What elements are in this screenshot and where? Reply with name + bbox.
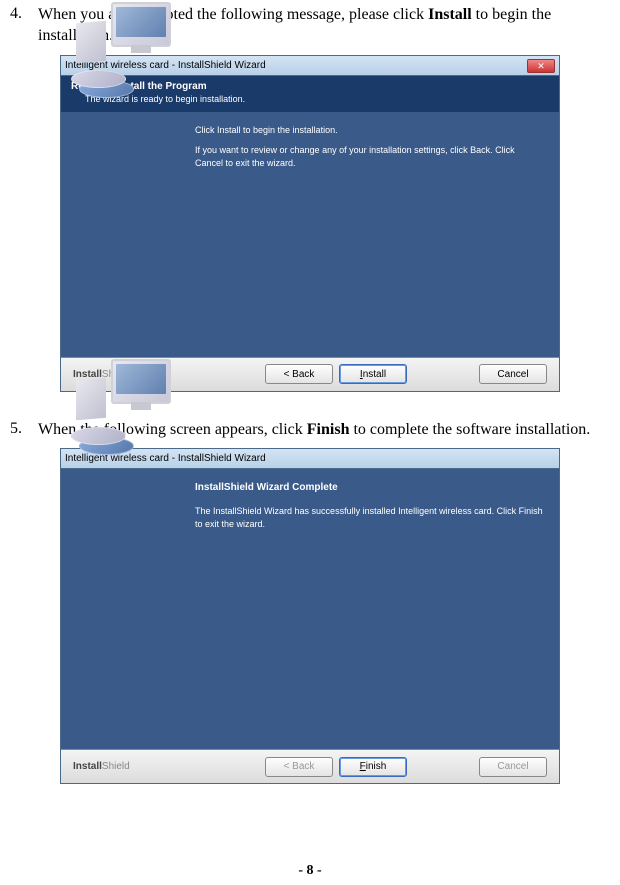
- step-number: 5.: [10, 420, 38, 441]
- page-number: - 8 -: [0, 863, 620, 879]
- computer-discs-illustration: [71, 359, 181, 459]
- wizard-body: InstallShield Wizard Complete The Instal…: [61, 469, 559, 749]
- discs-icon: [71, 419, 141, 459]
- finish-button[interactable]: Finish: [339, 757, 407, 777]
- discs-icon: [71, 62, 141, 102]
- computer-discs-illustration: [71, 2, 181, 102]
- wizard-content: Click Install to begin the installation.…: [191, 112, 559, 357]
- install-button[interactable]: Install: [339, 364, 407, 384]
- box-icon: [76, 378, 106, 421]
- logo-light: Shield: [102, 761, 130, 772]
- install-wizard-ready: Intelligent wireless card - InstallShiel…: [60, 55, 560, 392]
- close-button[interactable]: ✕: [527, 59, 555, 73]
- cancel-button: Cancel: [479, 757, 547, 777]
- monitor-icon: [111, 2, 171, 47]
- wizard-body-line1: Click Install to begin the installation.: [195, 124, 543, 137]
- back-button: < Back: [265, 757, 333, 777]
- close-icon: ✕: [537, 61, 545, 71]
- wizard-body: Click Install to begin the installation.…: [61, 112, 559, 357]
- logo-bold: Install: [73, 761, 102, 772]
- step-bold: Install: [428, 6, 472, 23]
- cancel-button[interactable]: Cancel: [479, 364, 547, 384]
- box-icon: [76, 20, 106, 63]
- wizard-footer: InstallShield < Back Finish Cancel: [61, 749, 559, 783]
- step-number: 4.: [10, 5, 38, 47]
- wizard-content: InstallShield Wizard Complete The Instal…: [191, 469, 559, 749]
- install-wizard-complete: Intelligent wireless card - InstallShiel…: [60, 448, 560, 784]
- step-bold: Finish: [307, 421, 350, 438]
- wizard-complete-title: InstallShield Wizard Complete: [195, 481, 543, 495]
- wizard-complete-body: The InstallShield Wizard has successfull…: [195, 505, 543, 530]
- step-text-after: to complete the software installation.: [349, 421, 590, 438]
- back-button[interactable]: < Back: [265, 364, 333, 384]
- wizard-body-line2: If you want to review or change any of y…: [195, 144, 543, 169]
- installshield-logo: InstallShield: [73, 761, 130, 772]
- monitor-icon: [111, 359, 171, 404]
